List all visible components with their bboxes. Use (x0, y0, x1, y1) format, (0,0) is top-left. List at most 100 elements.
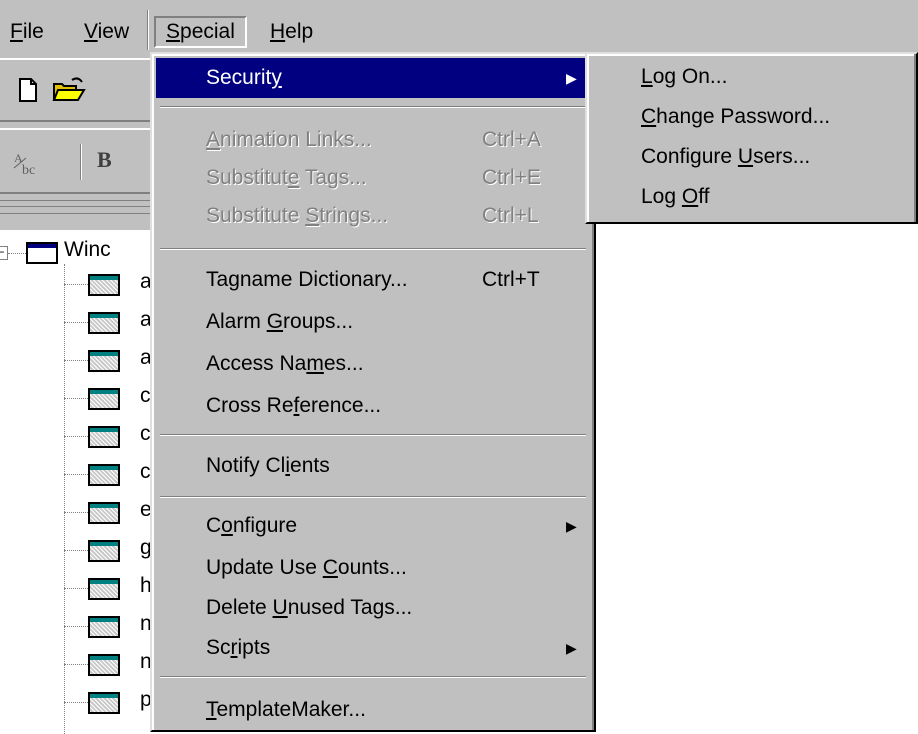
tree-item[interactable]: e (64, 492, 164, 530)
tree-connector (64, 702, 88, 703)
tree-connector (64, 664, 88, 665)
dotted-page-icon (88, 274, 120, 296)
svg-text:bc: bc (22, 163, 35, 178)
menu-item-access-names[interactable]: Access Names... (156, 344, 590, 384)
dotted-page-icon (88, 426, 120, 448)
menu-special[interactable]: Special (154, 16, 247, 48)
tree-item[interactable]: n (64, 606, 164, 644)
tree-root-label[interactable]: Winc (64, 238, 111, 262)
menu-item-scripts-label: Scripts (206, 636, 271, 659)
menu-separator (160, 676, 586, 678)
tree-connector (64, 550, 88, 551)
format-toolbar: Abc B (0, 128, 160, 194)
dotted-page-icon (88, 388, 120, 410)
security-submenu: Log On... Change Password... Configure U… (585, 52, 918, 224)
menu-item-scripts[interactable]: Scripts ▶ (156, 628, 590, 668)
tree-collapse-icon[interactable]: − (0, 246, 8, 260)
shortcut-label: Ctrl+T (482, 268, 540, 291)
menu-item-configure[interactable]: Configure ▶ (156, 506, 590, 546)
bold-icon[interactable]: B (96, 146, 118, 178)
menu-separator (160, 496, 586, 498)
menu-item-tagname-dictionary[interactable]: Tagname Dictionary... Ctrl+T (156, 260, 590, 300)
toolbar-separator (80, 144, 82, 180)
submenu-arrow-icon: ▶ (566, 518, 577, 534)
menu-view-mnemonic: V (84, 20, 98, 43)
menu-separator (160, 106, 586, 108)
tree-connector (64, 588, 88, 589)
tree-item[interactable]: c (64, 454, 164, 492)
submenu-item-change-password[interactable]: Change Password... (641, 98, 830, 136)
tree-connector (64, 284, 88, 285)
menu-separator (160, 434, 586, 436)
menu-item-templatemaker-label: TemplateMaker... (206, 698, 366, 721)
menu-file-label: ile (22, 20, 44, 43)
tree-item[interactable]: a (64, 302, 164, 340)
menu-help[interactable]: Help (260, 16, 323, 48)
text-tool-icon[interactable]: Abc (12, 148, 42, 183)
tree-connector (64, 360, 88, 361)
tree-connector (64, 474, 88, 475)
svg-text:B: B (97, 147, 112, 172)
menu-item-security[interactable]: Security ▶ (156, 58, 590, 98)
menu-bar: File View Special Help (0, 0, 918, 54)
tree-item[interactable]: c (64, 416, 164, 454)
shortcut-label: Ctrl+A (482, 128, 541, 151)
dotted-page-icon (88, 502, 120, 524)
menu-item-notify-clients-label: Notify Clients (206, 454, 330, 477)
menu-view-label: iew (97, 20, 130, 43)
tree-item[interactable]: a (64, 264, 164, 302)
menu-file-mnemonic: F (10, 20, 23, 43)
submenu-item-configure-users[interactable]: Configure Users... (641, 138, 810, 176)
dotted-page-icon (88, 616, 120, 638)
tree-item[interactable]: g (64, 530, 164, 568)
menu-item-animation-links[interactable]: Animation Links... Ctrl+A (156, 120, 590, 160)
menu-bar-separator (147, 10, 149, 50)
menu-file[interactable]: File (0, 16, 54, 48)
menu-item-delete-unused-tags-label: Delete Unused Tags... (206, 596, 413, 619)
menu-item-configure-label: Configure (206, 514, 298, 537)
menu-item-templatemaker[interactable]: TemplateMaker... (156, 690, 590, 730)
dotted-page-icon (88, 692, 120, 714)
tree-item[interactable]: h (64, 568, 164, 606)
tree-connector (64, 436, 88, 437)
dotted-page-icon (88, 350, 120, 372)
shortcut-label: Ctrl+L (482, 204, 539, 227)
open-folder-icon[interactable] (52, 76, 86, 104)
menu-special-label: pecial (180, 20, 235, 43)
submenu-item-log-on[interactable]: Log On... (641, 58, 727, 96)
menu-item-notify-clients[interactable]: Notify Clients (156, 446, 590, 486)
new-file-icon[interactable] (14, 76, 42, 104)
submenu-item-log-off[interactable]: Log Off (641, 178, 710, 216)
tree-item[interactable]: n (64, 644, 164, 682)
menu-separator (160, 248, 586, 250)
menu-item-delete-unused-tags[interactable]: Delete Unused Tags... (156, 588, 590, 628)
menu-help-mnemonic: H (270, 20, 286, 43)
tree-item[interactable]: c (64, 378, 164, 416)
dotted-page-icon (88, 654, 120, 676)
menu-view[interactable]: View (74, 16, 139, 48)
menu-item-substitute-strings-label: Substitute Strings... (206, 204, 389, 227)
pane-splitter[interactable] (0, 200, 160, 214)
menu-item-update-use-counts[interactable]: Update Use Counts... (156, 548, 590, 588)
menu-item-access-names-label: Access Names... (206, 352, 364, 375)
menu-item-update-use-counts-label: Update Use Counts... (206, 556, 407, 579)
menu-special-mnemonic: S (166, 20, 181, 43)
dotted-page-icon (88, 464, 120, 486)
window-icon (26, 242, 58, 264)
tree-connector (64, 626, 88, 627)
dotted-page-icon (88, 312, 120, 334)
menu-item-alarm-groups[interactable]: Alarm Groups... (156, 302, 590, 342)
submenu-arrow-icon: ▶ (566, 70, 577, 86)
tree-connector (8, 253, 26, 254)
tree-item[interactable]: p (64, 682, 164, 720)
menu-item-tagname-dictionary-label: Tagname Dictionary... (206, 268, 408, 291)
menu-help-label: elp (285, 20, 314, 43)
dotted-page-icon (88, 578, 120, 600)
tree-item[interactable]: a (64, 340, 164, 378)
menu-item-cross-reference[interactable]: Cross Reference... (156, 386, 590, 426)
menu-item-animation-links-label: Animation Links... (206, 128, 372, 151)
menu-item-substitute-strings[interactable]: Substitute Strings... Ctrl+L (156, 196, 590, 236)
menu-item-substitute-tags[interactable]: Substitute Tags... Ctrl+E (156, 158, 590, 198)
tree-item-label: c (140, 384, 151, 407)
window-tree-view: − Winc a a a c c c e g h n n p (0, 230, 160, 734)
